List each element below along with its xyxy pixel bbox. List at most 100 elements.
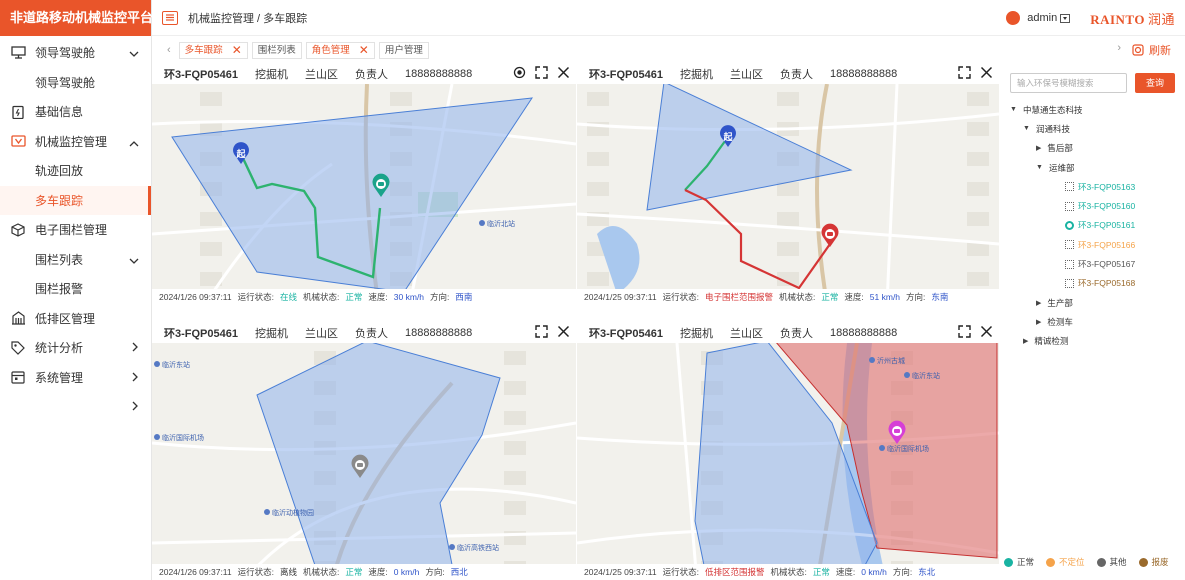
sidebar-item-label: 围栏报警 [35,282,84,297]
tree-node-label: 运维部 [1048,162,1075,173]
locate-icon[interactable] [513,66,526,79]
close-icon[interactable] [557,66,570,79]
tabs-scroll-left-icon[interactable]: ‹ [167,44,171,56]
tab-fence-list[interactable]: 围栏列表 [251,41,302,59]
breadcrumb: 机械监控管理 / 多车跟踪 [188,12,308,25]
search-input[interactable]: 输入环保号模糊搜索 [1010,73,1127,93]
direction-label: 方向: [425,567,445,577]
chevron-up-icon [129,136,139,150]
checkbox[interactable] [1065,259,1074,269]
close-icon[interactable] [980,325,993,338]
monitor-icon [10,45,26,61]
legend-item: 正常 [1004,556,1034,568]
status-time: 2024/1/26 09:37:11 [159,292,232,302]
refresh-button[interactable]: 刷新 [1132,42,1171,58]
tree-node[interactable]: 环3-FQP05168 [1002,274,1185,293]
building-icon [10,310,26,326]
machine-status-label: 机械状态: [303,292,340,302]
query-button[interactable]: 查询 [1135,73,1175,93]
tree-node[interactable]: 环3-FQP05167 [1002,254,1185,273]
sidebar-item-machine-monitor[interactable]: 机械监控管理 [0,127,151,157]
checkbox[interactable] [1065,278,1074,288]
machine-type: 挖掘机 [254,328,288,340]
close-icon[interactable] [557,325,570,338]
sidebar-item-fence-alarm[interactable]: 围栏报警 [0,274,151,304]
tree-node-label: 环3-FQP05166 [1078,239,1136,250]
checkbox[interactable] [1065,201,1074,211]
sidebar-item-label: 多车跟踪 [35,193,84,208]
tree-node-label: 环3-FQP05160 [1078,201,1136,212]
sidebar-item-more[interactable] [0,392,151,422]
sidebar-item-label: 轨迹回放 [35,164,84,179]
tree-node[interactable]: 环3-FQP05160 [1002,196,1185,215]
avatar[interactable] [1006,11,1021,25]
close-icon[interactable]: ✕ [359,43,369,58]
caret-right-icon[interactable]: ▶ [1023,337,1028,345]
sidebar-item-fence-list[interactable]: 围栏列表 [0,245,151,275]
run-status-label: 运行状态: [662,567,700,577]
sidebar-item-basic-info[interactable]: 基础信息 [0,97,151,127]
radio-selected-icon[interactable] [1065,220,1074,230]
svg-text:临沂北站: 临沂北站 [487,219,515,228]
tree-node-label: 中慧通生态科技 [1022,104,1083,115]
map-view[interactable]: 起 [577,81,999,305]
sidebar-item-track-playback[interactable]: 轨迹回放 [0,156,151,186]
checkbox[interactable] [1065,240,1074,250]
map-view[interactable]: 临沂东站 临沂国际机场 临沂动植物园 临沂高铁西站 [152,340,576,580]
fullscreen-icon[interactable] [958,325,971,338]
map-view[interactable]: 起临沂北站沂州古城 [152,83,576,305]
sidebar-item-low-emission[interactable]: 低排区管理 [0,304,151,334]
sidebar-item-multi-track[interactable]: 多车跟踪 [0,185,151,215]
tree-node[interactable]: ▼ 润通科技 [1002,119,1185,138]
tab-label: 角色管理 [311,44,350,56]
tree-node[interactable]: ▶ 检测车 [1002,312,1185,331]
sidebar-item-system[interactable]: 系统管理 [0,363,151,393]
map-canvas[interactable]: 临沂东站临沂国际机场临沂动植物园临沂高铁西站 [152,340,576,580]
checkbox[interactable] [1065,182,1074,192]
panel-tools [949,66,993,79]
calendar-icon [10,369,26,385]
tree-node[interactable]: ▶ 精诚检测 [1002,332,1185,351]
caret-right-icon[interactable]: ▶ [1036,318,1041,326]
fullscreen-icon[interactable] [958,66,971,79]
caret-right-icon[interactable]: ▶ [1036,144,1041,152]
dropdown-icon[interactable] [1060,13,1071,23]
fullscreen-icon[interactable] [535,325,548,338]
map-view[interactable]: 沂州古城 临沂东站 临沂国际机场 [577,340,999,580]
username[interactable]: admin [1027,12,1057,24]
caret-right-icon[interactable]: ▶ [1036,299,1041,307]
chevron-right-icon [132,341,139,355]
close-icon[interactable] [980,66,993,79]
svg-text:临沂高铁西站: 临沂高铁西站 [457,543,499,552]
caret-down-icon[interactable]: ▼ [1023,125,1030,132]
sidebar-item-fence-management[interactable]: 电子围栏管理 [0,215,151,245]
tab-role-management[interactable]: 角色管理 ✕ [305,41,375,59]
machine-status-label: 机械状态: [770,567,807,577]
tree-node[interactable]: ▼ 运维部 [1002,158,1185,177]
fullscreen-icon[interactable] [535,66,548,79]
close-icon[interactable]: ✕ [232,43,242,58]
sidebar-item-label: 低排区管理 [35,311,96,326]
tab-user-management[interactable]: 用户管理 [378,41,429,59]
tab-multi-track[interactable]: 多车跟踪 ✕ [178,41,248,59]
map-canvas[interactable]: 沂州古城临沂东站临沂国际机场 [577,340,999,580]
caret-down-icon[interactable]: ▼ [1010,106,1017,113]
tree-node[interactable]: ▶ 售后部 [1002,139,1185,158]
sidebar-item-statistics[interactable]: 统计分析 [0,333,151,363]
map-canvas[interactable]: 起临沂北站沂州古城 [152,83,576,305]
sidebar-item-dashboard-sub[interactable]: 领导驾驶舱 [0,68,151,98]
tree-node[interactable]: ▼ 中慧通生态科技 [1002,100,1185,119]
tabs-scroll-right-icon[interactable]: › [1117,42,1121,54]
map-canvas[interactable]: 起 [577,81,999,305]
tree-node[interactable]: 环3-FQP05166 [1002,235,1185,254]
caret-down-icon[interactable]: ▼ [1036,164,1043,171]
legend-label: 其他 [1109,557,1127,567]
speed-label: 速度: [368,567,388,577]
direction-value: 西南 [455,292,473,302]
menu-toggle-icon[interactable] [162,10,178,25]
tree-node[interactable]: 环3-FQP05163 [1002,177,1185,196]
owner-label: 负责人 [779,69,813,81]
tree-node[interactable]: ▶ 生产部 [1002,293,1185,312]
tree-node[interactable]: 环3-FQP05161 [1002,216,1185,235]
sidebar-item-dashboard[interactable]: 领导驾驶舱 [0,38,151,68]
